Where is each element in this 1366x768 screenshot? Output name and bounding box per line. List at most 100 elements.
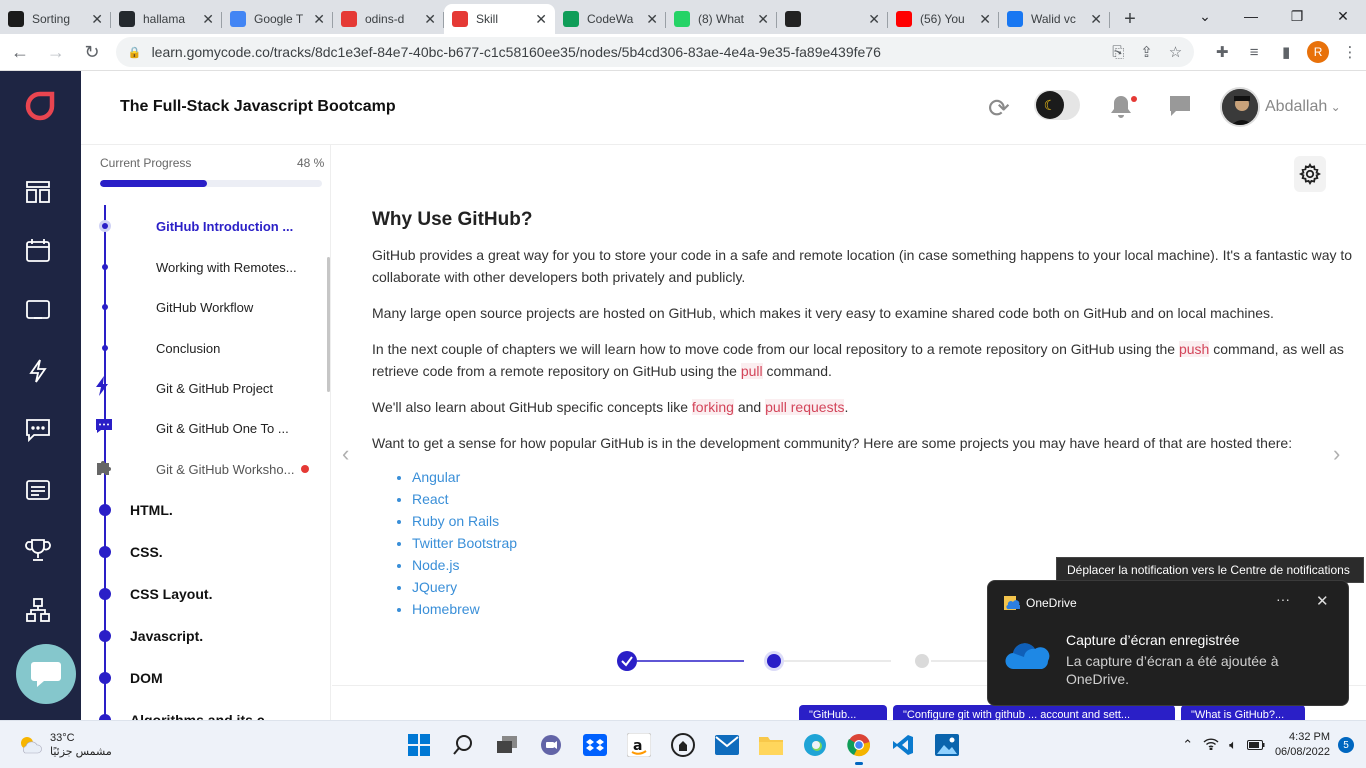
close-icon[interactable]: ✕ <box>1316 592 1329 610</box>
bookmark-star-icon[interactable]: ☆ <box>1169 43 1182 61</box>
battery-icon[interactable] <box>1246 738 1265 753</box>
messages-icon[interactable] <box>1168 95 1192 122</box>
tab-close-icon[interactable]: ✕ <box>646 11 658 28</box>
browser-tab[interactable]: (8) What ✕ <box>666 4 777 34</box>
address-bar[interactable]: 🔒 learn.gomycode.co/tracks/8dc1e3ef-84e7… <box>115 37 1195 67</box>
browser-tab[interactable]: Google T ✕ <box>222 4 333 34</box>
translate-icon[interactable]: ⎘ <box>1112 44 1124 61</box>
amazon-icon[interactable]: a <box>623 729 655 761</box>
avatar[interactable] <box>1220 87 1260 127</box>
project-link[interactable]: React <box>412 488 1357 510</box>
teams-chat-icon[interactable] <box>535 729 567 761</box>
dark-mode-toggle[interactable]: ☾ <box>1034 90 1080 120</box>
github-desktop-icon[interactable] <box>667 729 699 761</box>
sidebar-section[interactable]: HTML. <box>81 496 330 524</box>
minimize-button[interactable]: — <box>1228 0 1274 32</box>
tab-close-icon[interactable]: ✕ <box>535 11 547 28</box>
project-link[interactable]: Angular <box>412 466 1357 488</box>
media-control-icon[interactable]: ≡ <box>1238 36 1270 68</box>
back-icon[interactable]: ← <box>4 36 36 68</box>
sidebar-section[interactable]: Javascript. <box>81 622 330 650</box>
start-button[interactable] <box>403 729 435 761</box>
url-text[interactable]: learn.gomycode.co/tracks/8dc1e3ef-84e7-4… <box>152 44 1097 60</box>
restore-button[interactable]: ❐ <box>1274 0 1320 32</box>
tab-close-icon[interactable]: ✕ <box>979 11 991 28</box>
lock-icon[interactable]: 🔒 <box>128 46 142 59</box>
file-explorer-icon[interactable] <box>755 729 787 761</box>
tracks-icon[interactable] <box>24 178 52 206</box>
support-chat-button[interactable] <box>16 644 76 704</box>
task-view-icon[interactable] <box>491 729 523 761</box>
edge-icon[interactable] <box>799 729 831 761</box>
sidebar-lesson-item[interactable]: Git & GitHub Worksho... <box>81 457 330 481</box>
browser-tab[interactable]: Skill ✕ <box>444 4 555 34</box>
resource-button[interactable]: "What is GitHub?... <box>1181 705 1305 720</box>
photos-icon[interactable] <box>931 729 963 761</box>
user-menu[interactable]: Abdallah ⌄ <box>1265 98 1341 116</box>
forward-icon[interactable]: → <box>40 36 72 68</box>
sidebar-section[interactable]: CSS. <box>81 538 330 566</box>
refresh-icon[interactable]: ⟳ <box>988 93 1010 124</box>
browser-tab[interactable]: Walid vc ✕ <box>999 4 1110 34</box>
lightning-icon[interactable] <box>24 357 52 385</box>
sidebar-lesson-item[interactable]: Conclusion <box>81 336 330 360</box>
next-arrow-icon[interactable]: › <box>1333 441 1340 467</box>
share-icon[interactable]: ⇪ <box>1140 43 1153 61</box>
settings-gear-icon[interactable] <box>1294 156 1326 192</box>
browser-tab[interactable]: Sorting ✕ <box>0 4 111 34</box>
weather-widget[interactable]: 33°C مشمس جزئيًا <box>18 731 112 759</box>
tab-close-icon[interactable]: ✕ <box>202 11 214 28</box>
resource-button[interactable]: "Configure git with github ... account a… <box>893 705 1175 720</box>
wifi-icon[interactable] <box>1203 737 1219 753</box>
menu-icon[interactable]: ⋮ <box>1334 36 1366 68</box>
reload-icon[interactable]: ↻ <box>76 36 108 68</box>
calendar-icon[interactable] <box>24 237 52 265</box>
clock[interactable]: 4:32 PM 06/08/2022 <box>1275 730 1330 760</box>
tab-close-icon[interactable]: ✕ <box>424 11 436 28</box>
sidebar-lesson-item[interactable]: Git & GitHub Project <box>81 375 330 400</box>
step-upcoming[interactable] <box>915 654 929 668</box>
browser-tab[interactable]: odins-d ✕ <box>333 4 444 34</box>
tab-close-icon[interactable]: ✕ <box>757 11 769 28</box>
dropbox-icon[interactable] <box>579 729 611 761</box>
sidebar-lesson-item[interactable]: Working with Remotes... <box>81 255 330 279</box>
resource-button[interactable]: "GitHub... <box>799 705 887 720</box>
chrome-icon[interactable] <box>843 729 875 765</box>
trophy-icon[interactable] <box>24 536 52 564</box>
tab-close-icon[interactable]: ✕ <box>313 11 325 28</box>
chevron-up-icon[interactable]: ⌃ <box>1182 737 1193 753</box>
sidebar-section[interactable]: Algorithms and its c... <box>81 706 330 720</box>
tab-close-icon[interactable]: ✕ <box>1090 11 1102 28</box>
tab-search-icon[interactable]: ⌄ <box>1182 0 1228 32</box>
browser-tab[interactable]: (56) You ✕ <box>888 4 999 34</box>
new-tab-button[interactable]: + <box>1110 4 1150 34</box>
hierarchy-icon[interactable] <box>24 596 52 624</box>
articles-icon[interactable] <box>24 476 52 504</box>
tab-close-icon[interactable]: ✕ <box>868 11 880 28</box>
profile-avatar[interactable]: R <box>1307 41 1330 63</box>
close-window-button[interactable]: ✕ <box>1320 0 1366 32</box>
project-link[interactable]: Ruby on Rails <box>412 510 1357 532</box>
step-current[interactable] <box>764 651 784 671</box>
notifications-bell-icon[interactable] <box>1110 94 1137 123</box>
previous-arrow-icon[interactable]: ‹ <box>342 441 349 467</box>
sidebar-lesson-item[interactable]: GitHub Introduction ... <box>81 214 330 238</box>
sidebar-lesson-item[interactable]: GitHub Workflow <box>81 295 330 319</box>
tab-close-icon[interactable]: ✕ <box>91 11 103 28</box>
side-panel-icon[interactable]: ▮ <box>1270 36 1302 68</box>
sidebar-section[interactable]: DOM <box>81 664 330 692</box>
browser-tab[interactable]: CodeWa ✕ <box>555 4 666 34</box>
volume-icon[interactable]: 🔈︎ <box>1229 737 1237 753</box>
browser-tab[interactable]: ✕ <box>777 4 888 34</box>
extensions-icon[interactable]: ✚ <box>1206 36 1238 68</box>
more-options-icon[interactable]: ··· <box>1276 591 1290 607</box>
chat-icon[interactable] <box>24 416 52 444</box>
notification-center-badge[interactable]: 5 <box>1338 737 1354 753</box>
onedrive-notification[interactable]: OneDrive ··· ✕ Capture d’écran enregistr… <box>987 580 1349 706</box>
sidebar-scrollbar[interactable] <box>327 257 330 392</box>
search-icon[interactable] <box>447 729 479 761</box>
laptop-icon[interactable] <box>24 297 52 325</box>
step-complete-check-icon[interactable] <box>617 651 637 671</box>
vscode-icon[interactable] <box>887 729 919 761</box>
sidebar-lesson-item[interactable]: Git & GitHub One To ... <box>81 416 330 440</box>
